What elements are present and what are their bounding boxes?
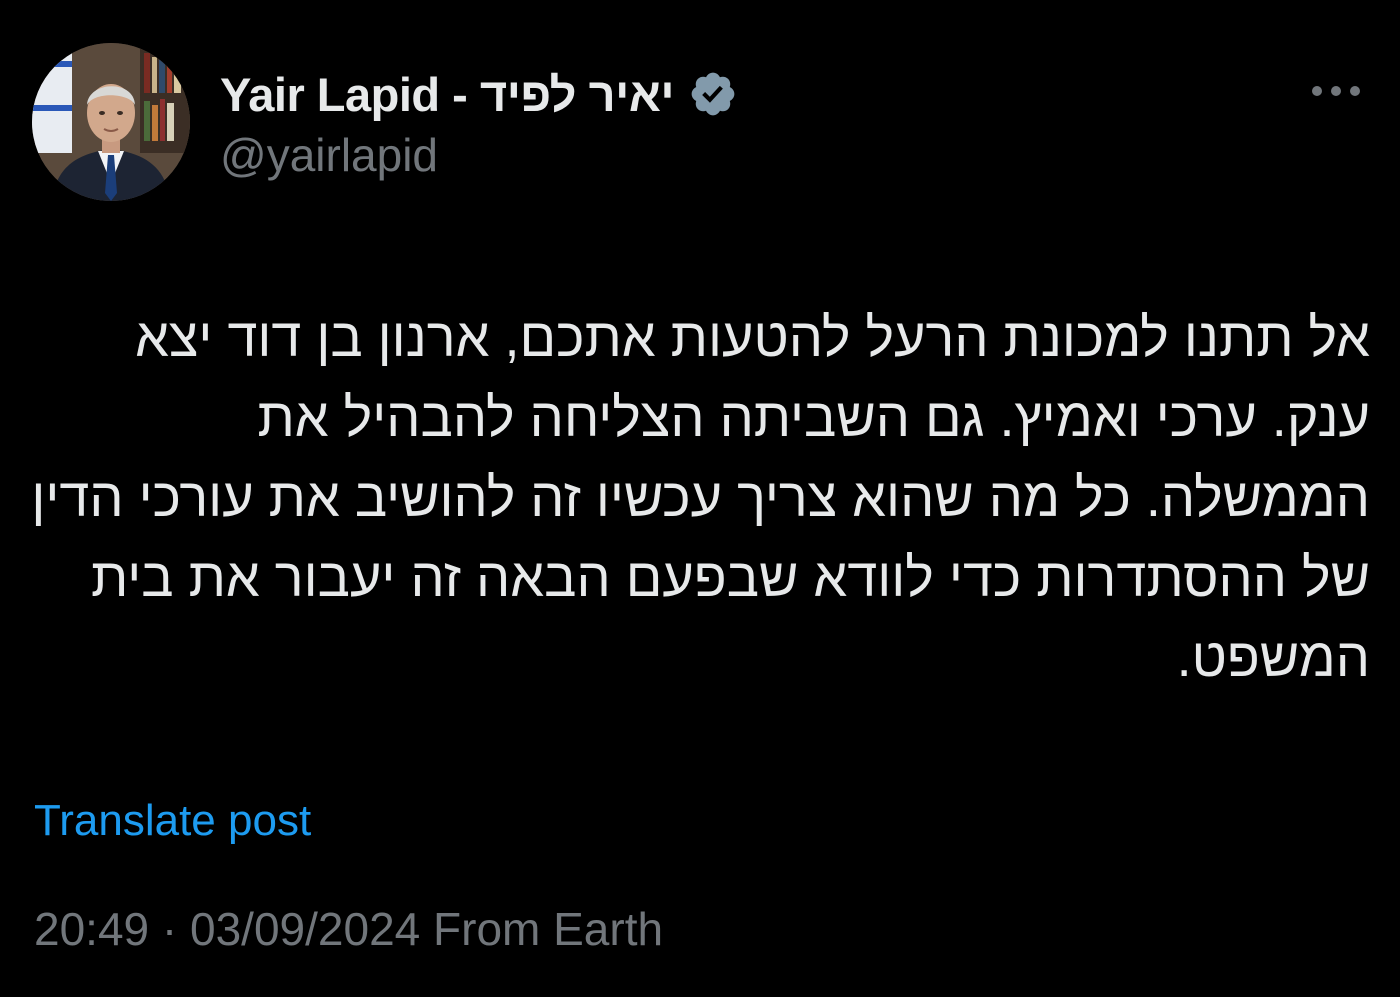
verified-badge-icon[interactable]	[688, 69, 738, 119]
author-handle[interactable]: @yairlapid	[220, 128, 438, 182]
display-name[interactable]: Yair Lapid - יאיר לפיד	[220, 67, 675, 122]
author-header: Yair Lapid - יאיר לפיד	[220, 64, 738, 124]
post-date[interactable]: 03/09/2024	[190, 903, 420, 955]
more-options-button[interactable]	[1306, 76, 1366, 106]
post-detail: Yair Lapid - יאיר לפיד @yairlapid אל תתנ…	[0, 0, 1400, 997]
post-time[interactable]: 20:49	[34, 903, 149, 955]
translate-post-link[interactable]: Translate post	[34, 796, 311, 846]
post-metadata: 20:49 · 03/09/2024 From Earth	[34, 902, 663, 956]
avatar[interactable]	[32, 43, 190, 201]
post-source: From Earth	[433, 903, 664, 955]
post-text: אל תתנו למכונת הרעל להטעות אתכם, ארנון ב…	[31, 308, 1370, 688]
meta-separator: ·	[161, 903, 178, 955]
more-horizontal-icon	[1312, 86, 1360, 96]
profile-photo-icon	[32, 43, 190, 201]
